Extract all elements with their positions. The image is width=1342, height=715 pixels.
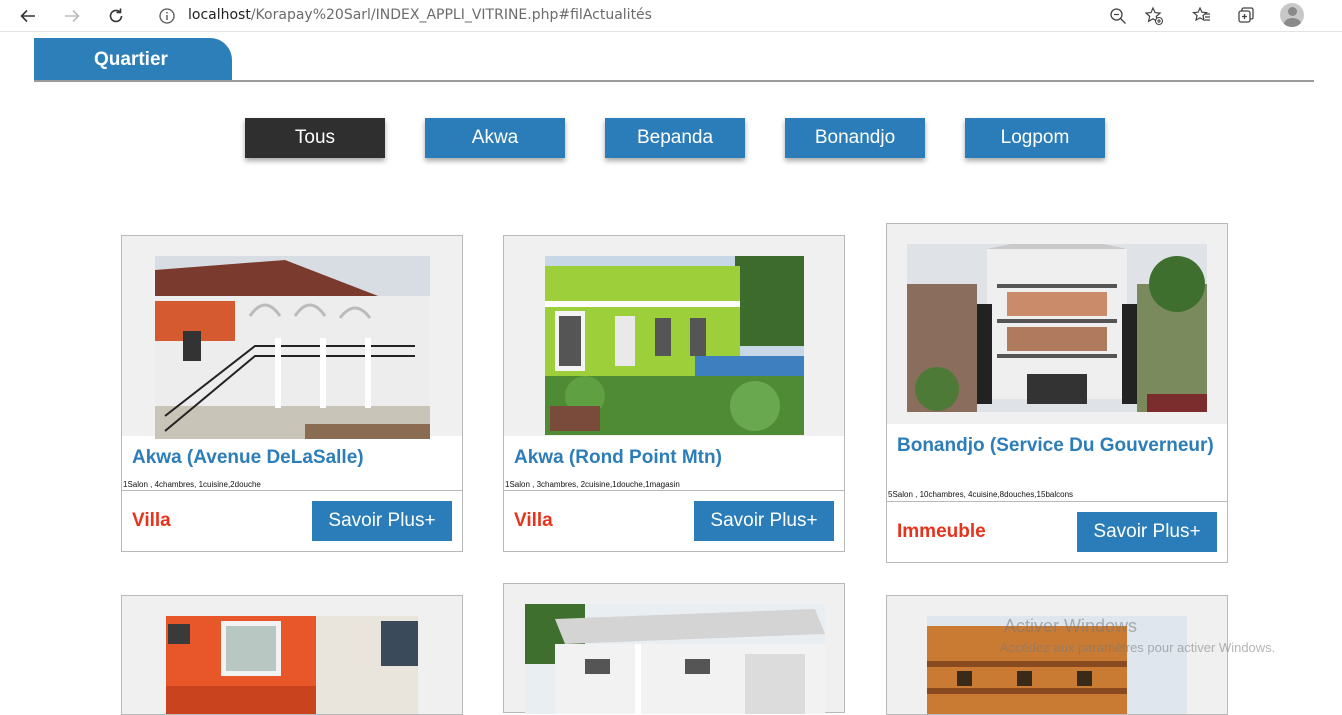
info-icon[interactable] xyxy=(158,7,176,30)
reload-icon[interactable] xyxy=(104,4,128,28)
property-photo[interactable] xyxy=(525,604,825,714)
property-card xyxy=(886,595,1228,715)
property-card: Bonandjo (Service Du Gouverneur) 5Salon … xyxy=(886,223,1228,563)
profile-icon[interactable] xyxy=(1280,3,1304,27)
property-card: Akwa (Rond Point Mtn) 1Salon , 3chambres… xyxy=(503,235,845,552)
page-content: Quartier Tous Akwa Bepanda Bonandjo Logp… xyxy=(0,33,1342,715)
zoom-out-icon[interactable] xyxy=(1106,4,1130,28)
property-card: Akwa (Avenue DeLaSalle) 1Salon , 4chambr… xyxy=(121,235,463,552)
filter-button-akwa[interactable]: Akwa xyxy=(425,118,565,158)
property-card xyxy=(121,595,463,715)
card-divider xyxy=(122,490,462,491)
property-features: 1Salon , 4chambres, 1cuisine,2douche xyxy=(123,480,261,489)
browser-toolbar: localhost/Korapay%20Sarl/INDEX_APPLI_VIT… xyxy=(0,0,1342,32)
filter-button-logpom[interactable]: Logpom xyxy=(965,118,1105,158)
property-title[interactable]: Akwa (Rond Point Mtn) xyxy=(514,446,834,469)
section-divider xyxy=(34,80,1314,82)
add-favorite-icon[interactable] xyxy=(1142,4,1166,28)
property-photo[interactable] xyxy=(545,256,804,435)
activation-watermark-title: Activer Windows xyxy=(1004,616,1138,636)
url-text[interactable]: localhost/Korapay%20Sarl/INDEX_APPLI_VIT… xyxy=(188,7,652,23)
forward-arrow-icon[interactable] xyxy=(60,4,84,28)
property-title[interactable]: Bonandjo (Service Du Gouverneur) xyxy=(897,434,1217,457)
property-type: Villa xyxy=(514,510,553,531)
savoir-plus-button[interactable]: Savoir Plus+ xyxy=(694,501,834,541)
property-type: Immeuble xyxy=(897,521,986,542)
property-type: Villa xyxy=(132,510,171,531)
savoir-plus-button[interactable]: Savoir Plus+ xyxy=(1077,512,1217,552)
property-features: 1Salon , 3chambres, 2cuisine,1douche,1ma… xyxy=(505,480,680,489)
property-photo[interactable] xyxy=(155,256,430,439)
filter-button-bonandjo[interactable]: Bonandjo xyxy=(785,118,925,158)
url-host: localhost xyxy=(188,7,251,23)
favorites-icon[interactable] xyxy=(1190,4,1214,28)
address-bar[interactable]: localhost/Korapay%20Sarl/INDEX_APPLI_VIT… xyxy=(146,1,1176,31)
back-arrow-icon[interactable] xyxy=(16,4,40,28)
property-features: 5Salon , 10chambres, 4cuisine,8douches,1… xyxy=(888,490,1074,499)
section-title-tab: Quartier xyxy=(34,38,232,81)
activation-watermark-text: Accédez aux paramètres pour activer Wind… xyxy=(1000,640,1276,655)
property-card xyxy=(503,583,845,714)
url-path: /Korapay%20Sarl/INDEX_APPLI_VITRINE.php#… xyxy=(250,7,652,23)
card-divider xyxy=(887,501,1227,502)
filter-button-tous[interactable]: Tous xyxy=(245,118,385,158)
filter-button-bepanda[interactable]: Bepanda xyxy=(605,118,745,158)
property-photo[interactable] xyxy=(907,244,1207,412)
savoir-plus-button[interactable]: Savoir Plus+ xyxy=(312,501,452,541)
property-photo[interactable] xyxy=(166,616,418,714)
collections-icon[interactable] xyxy=(1234,4,1258,28)
property-title[interactable]: Akwa (Avenue DeLaSalle) xyxy=(132,446,452,469)
card-divider xyxy=(504,490,844,491)
